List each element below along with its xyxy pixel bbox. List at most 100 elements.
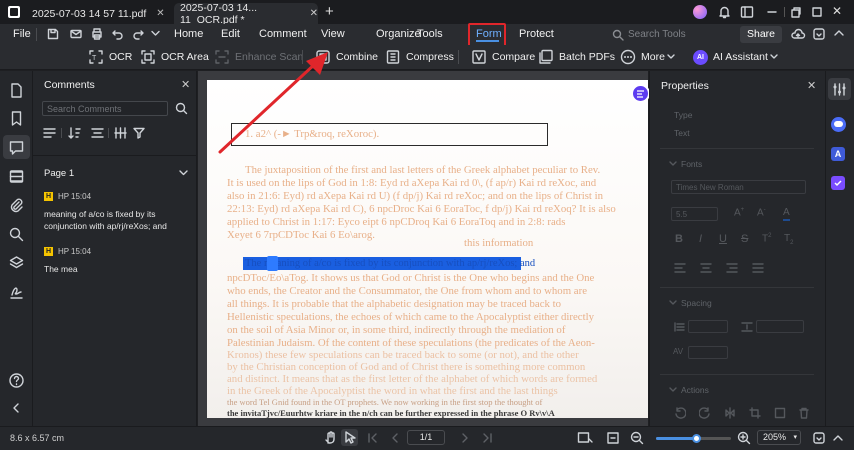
page-thumbnail-icon[interactable] xyxy=(8,82,25,99)
mail-icon[interactable] xyxy=(69,27,83,41)
new-tab-icon[interactable]: + xyxy=(325,3,334,20)
page-layout-icon[interactable] xyxy=(577,431,593,445)
sidebar-toggle-icon[interactable] xyxy=(740,5,754,19)
justify-icon[interactable] xyxy=(752,263,764,273)
paragraph-line[interactable]: Palestinian Judaism. Of the content of t… xyxy=(227,337,595,349)
chevron-down-icon[interactable] xyxy=(151,30,160,37)
superscript-icon[interactable]: T2 xyxy=(762,233,771,244)
search-icon[interactable] xyxy=(175,102,188,115)
paragraph-line[interactable]: applied to Christ in 1:17: Eyco eipt 6 n… xyxy=(227,216,565,228)
decrease-font-icon[interactable]: A- xyxy=(757,207,766,218)
collapse-up-icon[interactable] xyxy=(833,433,843,443)
zoom-select[interactable]: 205% ▾ xyxy=(757,430,801,445)
share-button[interactable]: Share xyxy=(740,26,782,43)
close-icon[interactable]: ✕ xyxy=(310,8,318,19)
zoom-in-icon[interactable] xyxy=(737,431,751,445)
bold-icon[interactable]: B xyxy=(675,233,683,245)
window-mode-icon[interactable] xyxy=(789,5,803,19)
bell-icon[interactable] xyxy=(718,5,731,19)
attachment-icon[interactable] xyxy=(8,197,25,214)
select-tool-icon[interactable] xyxy=(344,431,356,445)
close-icon[interactable]: ✕ xyxy=(156,8,164,19)
close-window-icon[interactable]: ✕ xyxy=(832,4,842,18)
menu-comment[interactable]: Comment xyxy=(259,24,307,45)
filter-options-icon[interactable] xyxy=(43,127,56,139)
chevron-down-icon[interactable] xyxy=(179,170,188,176)
grid-icon[interactable] xyxy=(114,127,127,139)
subscript-icon[interactable]: T2 xyxy=(784,233,793,246)
bookmark-icon[interactable] xyxy=(8,110,25,127)
font-family-select[interactable]: Times New Roman xyxy=(671,180,806,194)
comment-icon[interactable] xyxy=(8,139,25,156)
translate-icon[interactable]: A xyxy=(831,147,845,161)
maximize-icon[interactable] xyxy=(810,5,824,19)
compare-button[interactable]: Compare xyxy=(471,48,535,66)
print-icon[interactable] xyxy=(90,27,104,41)
properties-sliders-icon[interactable] xyxy=(832,82,847,97)
minimize-icon[interactable] xyxy=(765,5,779,19)
help-icon[interactable] xyxy=(8,372,25,389)
fit-page-icon[interactable] xyxy=(606,431,622,445)
prev-page-icon[interactable] xyxy=(390,433,400,443)
char-spacing-input[interactable] xyxy=(688,346,728,359)
paragraph-line[interactable]: by the Christian conception of God and o… xyxy=(227,361,585,373)
layers-icon[interactable] xyxy=(8,168,25,185)
flip-icon[interactable] xyxy=(724,407,736,419)
paragraph-line[interactable]: also in 21:6: Eyd) rd aXepa Kai rd U) (f… xyxy=(227,190,603,202)
paragraph-line[interactable]: It is used on the lips of God in 1:8: Ey… xyxy=(227,177,596,189)
paragraph-spacing-icon[interactable] xyxy=(741,322,753,332)
compress-button[interactable]: Compress xyxy=(385,48,454,66)
menu-edit[interactable]: Edit xyxy=(221,24,240,45)
zoom-slider[interactable] xyxy=(656,434,731,443)
paragraph-line[interactable]: npcDToc/Eo\aTog. It shows us that God or… xyxy=(227,272,594,284)
tab-file-2[interactable]: 2025-07-03 14... 11_OCR.pdf * ✕ xyxy=(174,2,318,26)
paragraph-line[interactable]: The juxtaposition of the first and last … xyxy=(245,164,600,176)
page-number-input[interactable]: 1/1 xyxy=(407,430,445,445)
list-item[interactable]: H HP 15:04 The mea xyxy=(33,241,197,281)
align-center-icon[interactable] xyxy=(700,263,712,273)
menu-form[interactable]: Protect xyxy=(519,24,554,45)
zoom-slider-handle[interactable] xyxy=(692,434,701,443)
menu-home[interactable]: Home xyxy=(174,24,203,45)
italic-icon[interactable]: I xyxy=(699,233,702,245)
char-spacing-icon[interactable]: AV xyxy=(673,347,683,356)
underline-icon[interactable]: U xyxy=(719,233,727,245)
paragraph-line[interactable]: 22:13: Eyd) rd aXepa Kai rd C), 6 npcDro… xyxy=(227,203,616,215)
rotate-right-icon[interactable] xyxy=(699,407,711,419)
delete-icon[interactable] xyxy=(798,407,810,419)
last-page-icon[interactable] xyxy=(482,433,492,443)
close-icon[interactable]: ✕ xyxy=(181,78,190,91)
menu-file[interactable]: File xyxy=(13,24,31,45)
save-icon[interactable] xyxy=(46,27,60,41)
cloud-upload-icon[interactable] xyxy=(790,27,806,41)
comments-search-input[interactable]: Search Comments xyxy=(42,101,168,116)
ai-chat-icon[interactable] xyxy=(831,117,846,132)
replace-icon[interactable] xyxy=(774,407,786,419)
ai-assistant-button[interactable]: AI AI Assistant xyxy=(693,48,778,66)
fullscreen-icon[interactable] xyxy=(812,431,826,445)
undo-icon[interactable] xyxy=(111,27,125,41)
search-tools[interactable]: Search Tools xyxy=(612,27,722,42)
more-button[interactable]: More xyxy=(620,48,675,66)
selected-text[interactable]: The meaning of a/co is fixed by its conj… xyxy=(245,258,535,269)
collapse-ribbon-icon[interactable] xyxy=(834,29,844,37)
next-page-icon[interactable] xyxy=(460,433,470,443)
align-icon[interactable] xyxy=(91,127,104,139)
close-icon[interactable]: ✕ xyxy=(807,79,816,92)
list-item[interactable]: H HP 15:04 meaning of a/co is fixed by i… xyxy=(33,186,197,246)
paragraph-line[interactable]: who ends, the Creator and the Consummato… xyxy=(227,285,587,297)
redo-icon[interactable] xyxy=(131,27,145,41)
paragraph-line[interactable]: this information xyxy=(464,237,533,249)
ai-float-icon[interactable] xyxy=(631,84,650,103)
paragraph-line[interactable]: and distinct. It means that as the first… xyxy=(227,373,597,385)
paragraph-line[interactable]: on the soil of Asia Minor or, in some th… xyxy=(227,324,565,336)
rotate-left-icon[interactable] xyxy=(674,407,686,419)
line-spacing-input[interactable] xyxy=(688,320,728,333)
search-icon[interactable] xyxy=(8,226,25,243)
hand-tool-icon[interactable] xyxy=(324,431,338,445)
first-page-icon[interactable] xyxy=(368,433,378,443)
ocr-button[interactable]: T OCR xyxy=(88,48,132,66)
menu-convert[interactable]: View xyxy=(321,24,345,45)
align-left-icon[interactable] xyxy=(674,263,686,273)
align-right-icon[interactable] xyxy=(726,263,738,273)
